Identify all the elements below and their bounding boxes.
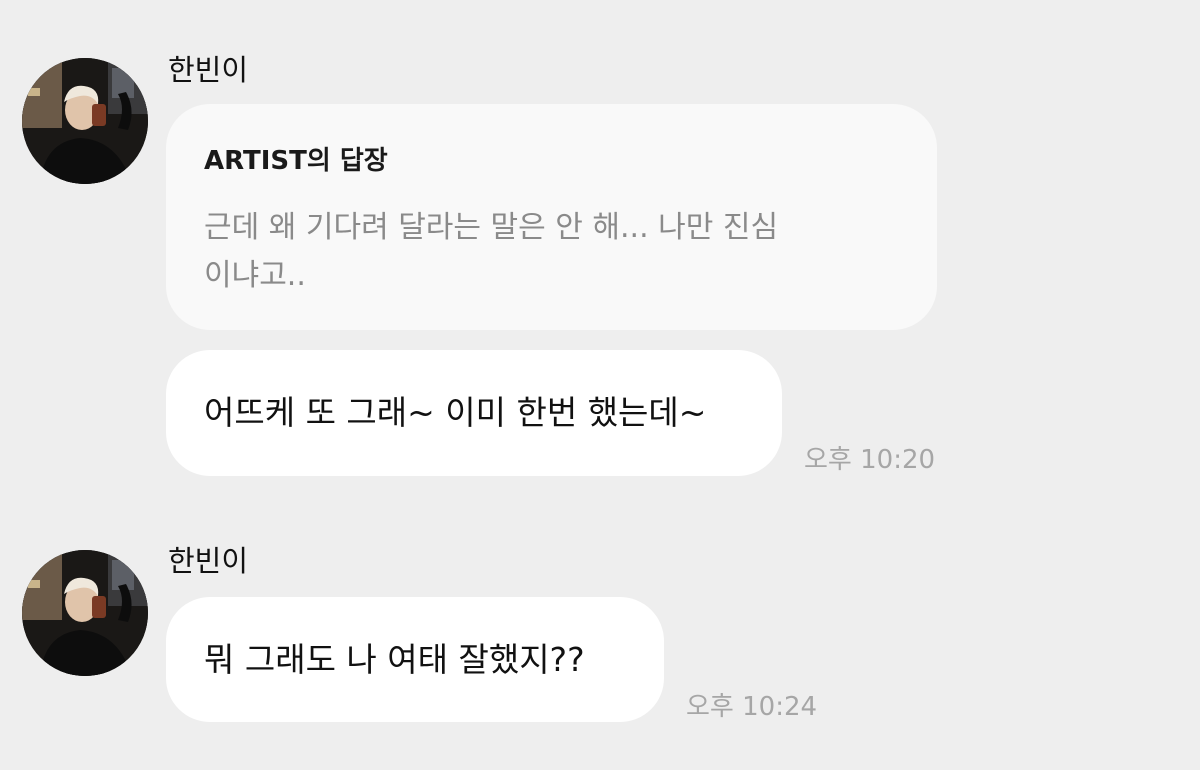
message-text: 뭐 그래도 나 여태 잘했지??: [204, 640, 585, 679]
sender-name: 한빈이: [168, 53, 249, 87]
message-timestamp: 오후 10:20: [804, 445, 936, 475]
reply-header: ARTIST의 답장: [204, 146, 388, 176]
reply-message-bubble[interactable]: ARTIST의 답장 근데 왜 기다려 달라는 말은 안 해... 나만 진심이…: [166, 104, 937, 330]
message-bubble[interactable]: 어뜨케 또 그래~ 이미 한번 했는데~: [166, 350, 782, 476]
sender-avatar[interactable]: [22, 550, 148, 676]
sender-avatar[interactable]: [22, 58, 148, 184]
message-text: 어뜨케 또 그래~ 이미 한번 했는데~: [204, 393, 707, 432]
message-bubble[interactable]: 뭐 그래도 나 여태 잘했지??: [166, 597, 664, 722]
quoted-message: 근데 왜 기다려 달라는 말은 안 해... 나만 진심이냐고..: [204, 210, 779, 293]
sender-name: 한빈이: [168, 544, 249, 578]
message-timestamp: 오후 10:24: [686, 692, 818, 722]
